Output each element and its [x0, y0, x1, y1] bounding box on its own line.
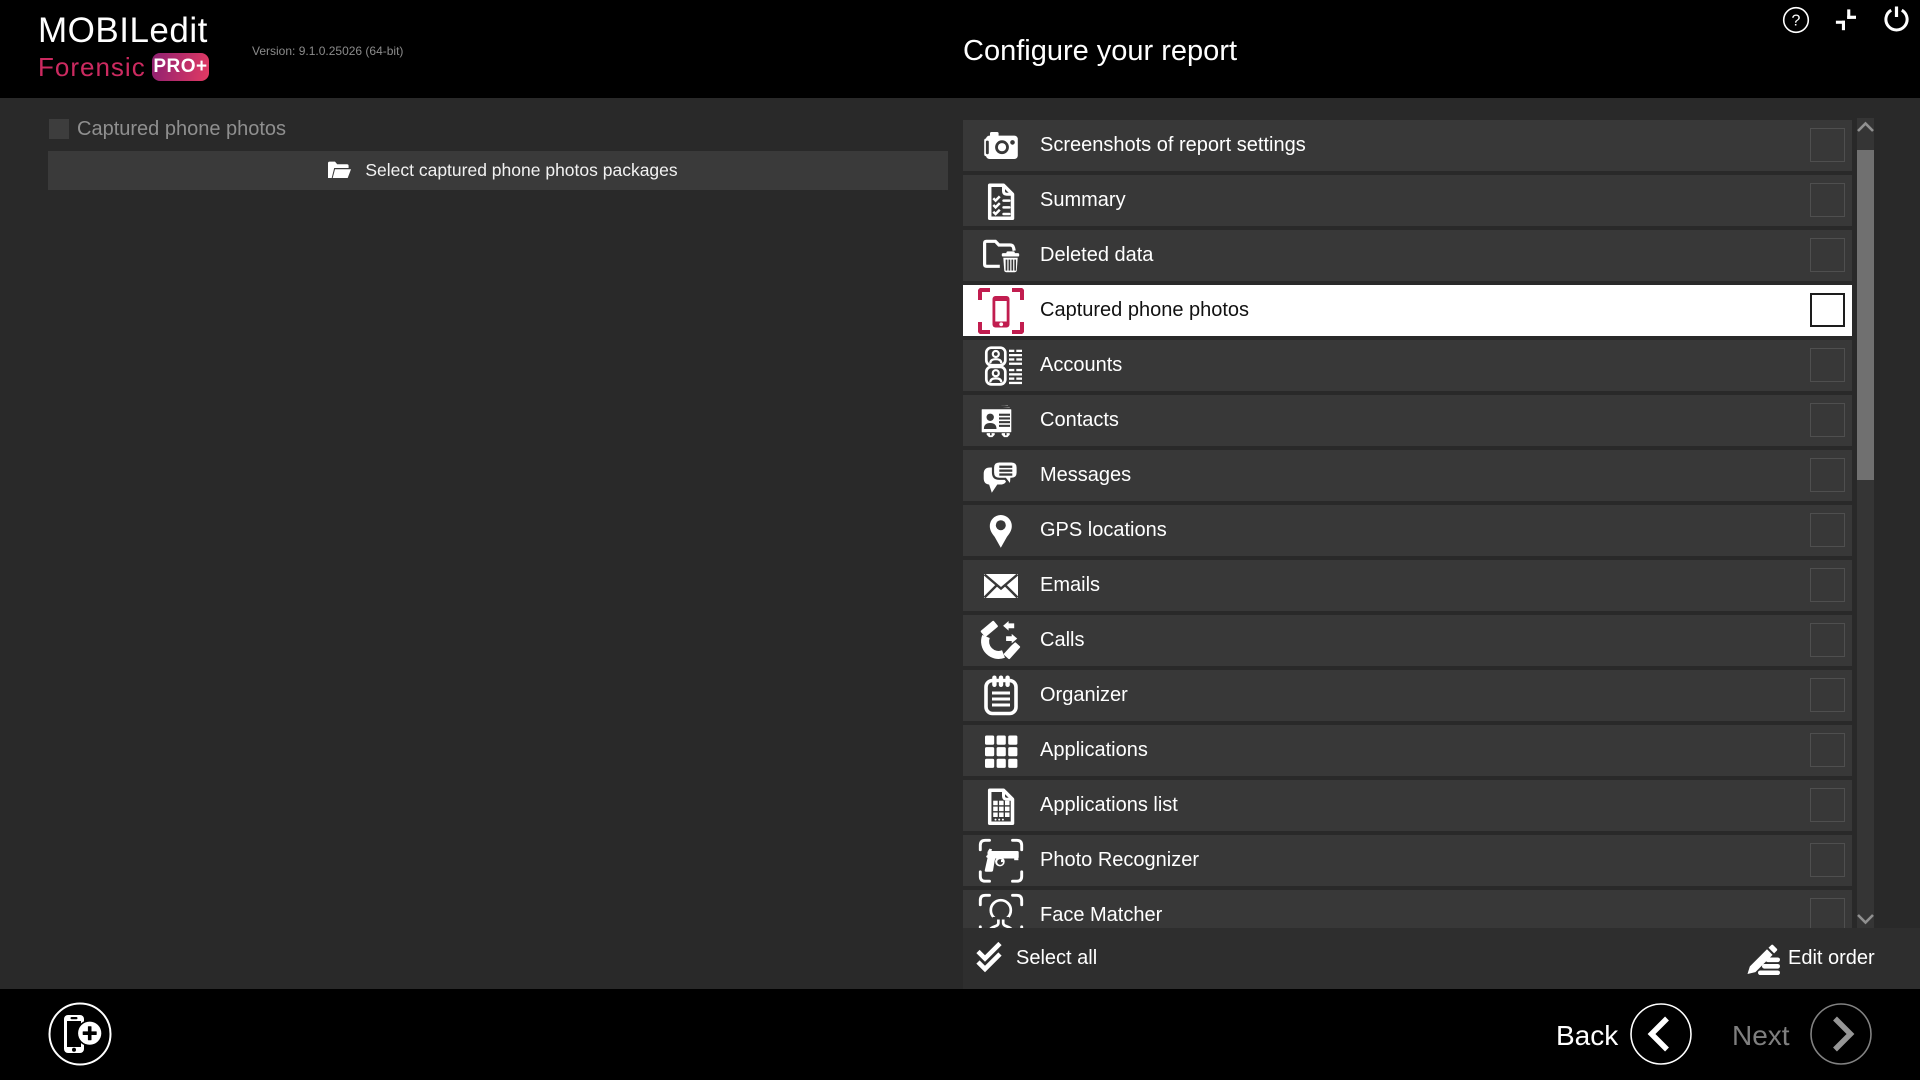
svg-text:?: ? [1792, 13, 1801, 30]
